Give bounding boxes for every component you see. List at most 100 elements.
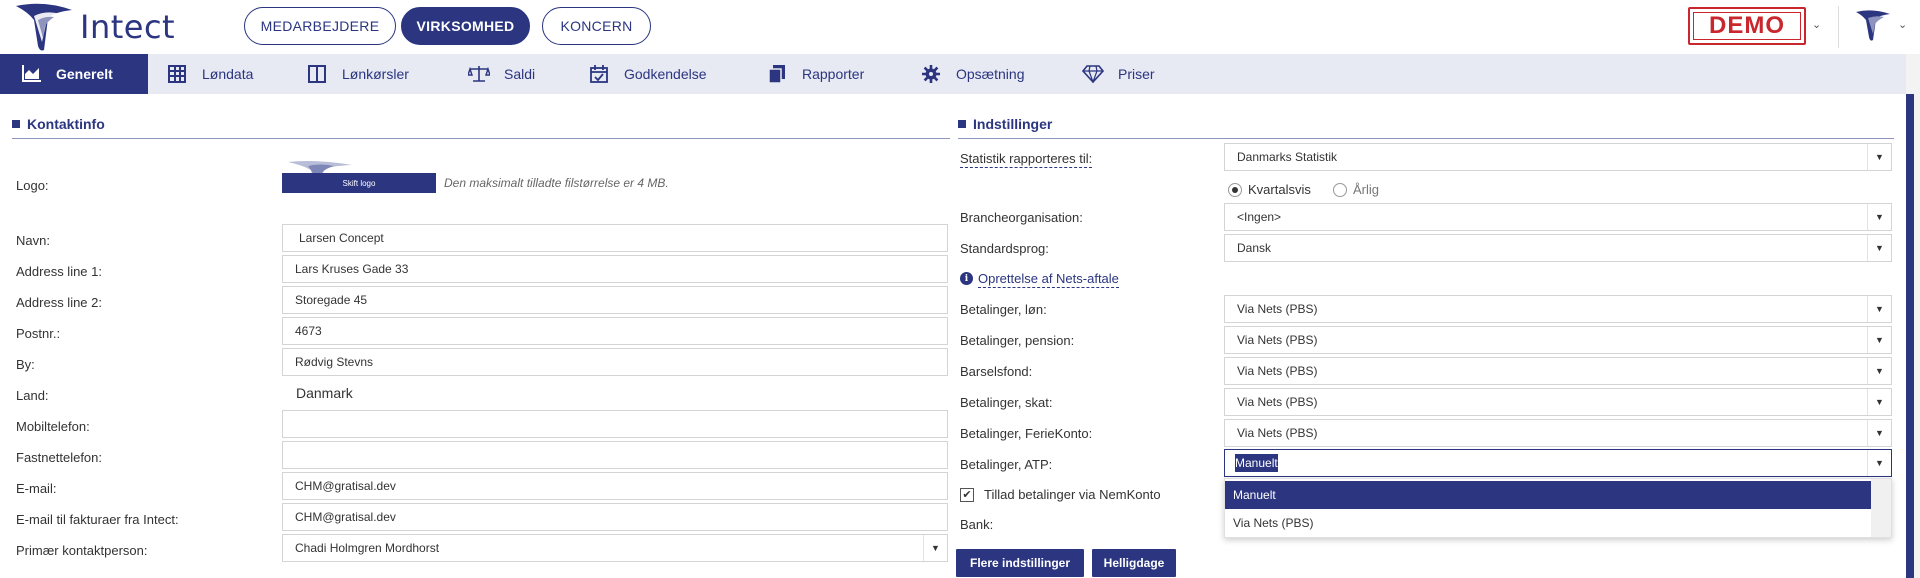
dropdown-scrollbar[interactable]	[1871, 479, 1891, 537]
address2-input[interactable]: Storegade 45	[282, 286, 948, 314]
statistik-label[interactable]: Statistik rapporteres til:	[960, 151, 1093, 168]
nav-item-lonkorsler[interactable]: Lønkørsler	[306, 54, 409, 94]
caret-down-icon[interactable]: ▼	[1867, 389, 1891, 415]
mobile-label: Mobiltelefon:	[16, 419, 90, 434]
name-input[interactable]: Larsen Concept	[282, 224, 948, 252]
tab-medarbejdere[interactable]: MEDARBEJDERE	[244, 7, 396, 45]
postnr-input[interactable]: 4673	[282, 317, 948, 345]
change-logo-button[interactable]: Skift logo	[282, 173, 436, 193]
branche-label: Brancheorganisation:	[960, 210, 1083, 225]
caret-down-icon[interactable]: ▼	[1867, 450, 1891, 476]
address2-label: Address line 2:	[16, 295, 102, 310]
caret-down-icon[interactable]: ▼	[1867, 420, 1891, 446]
info-icon: i	[960, 272, 973, 285]
radio-label: Kvartalsvis	[1248, 182, 1311, 197]
nav-label: Lønkørsler	[342, 66, 409, 82]
primary-contact-dropdown[interactable]: Chadi Holmgren Mordhorst ▼	[282, 534, 948, 562]
brand-name: Intect	[80, 8, 176, 46]
tab-koncern[interactable]: KONCERN	[542, 7, 651, 45]
bank-label: Bank:	[960, 517, 994, 532]
nav-item-saldi[interactable]: Saldi	[468, 54, 535, 94]
user-avatar-icon	[1856, 10, 1890, 41]
header-divider	[1838, 6, 1839, 48]
company-chevron-down-icon[interactable]: ⌄	[1812, 18, 1821, 31]
nav-item-rapporter[interactable]: Rapporter	[766, 54, 864, 94]
branche-dropdown[interactable]: <Ingen> ▼	[1224, 203, 1892, 231]
checkbox-label: Tillad betalinger via NemKonto	[984, 487, 1161, 502]
caret-down-icon[interactable]: ▼	[1867, 235, 1891, 261]
user-menu[interactable]	[1852, 6, 1892, 49]
nav-item-priser[interactable]: Priser	[1082, 54, 1155, 94]
dropdown-value: Danmarks Statistik	[1237, 150, 1338, 164]
payment-tax-dropdown[interactable]: Via Nets (PBS) ▼	[1224, 388, 1892, 416]
nemkonto-checkbox[interactable]: ✔ Tillad betalinger via NemKonto	[960, 487, 1161, 502]
invoice-email-label: E-mail til fakturaer fra Intect:	[16, 512, 179, 527]
holidays-button[interactable]: Helligdage	[1092, 549, 1176, 577]
nav-item-generelt[interactable]: Generelt	[0, 54, 148, 94]
intect-logo[interactable]: Intect	[14, 2, 176, 54]
nav-label: Godkendelse	[624, 66, 707, 82]
contact-section-title: Kontaktinfo	[12, 114, 105, 134]
nav-label: Saldi	[504, 66, 536, 82]
section-title: Kontaktinfo	[27, 116, 105, 132]
primary-contact-label: Primær kontaktperson:	[16, 543, 148, 558]
email-label: E-mail:	[16, 481, 57, 496]
tab-virksomhed[interactable]: VIRKSOMHED	[401, 7, 530, 45]
dropdown-value: Via Nets (PBS)	[1237, 333, 1318, 347]
statistik-dropdown[interactable]: Danmarks Statistik ▼	[1224, 143, 1892, 171]
columns-icon	[306, 63, 328, 85]
payment-atp-dropdown[interactable]: Manuelt ▼	[1224, 449, 1892, 477]
intect-logo-icon	[16, 3, 72, 51]
email-input[interactable]: CHM@gratisal.dev	[282, 472, 948, 500]
nav-label: Priser	[1118, 66, 1155, 82]
payment-salary-dropdown[interactable]: Via Nets (PBS) ▼	[1224, 295, 1892, 323]
radio-unchecked-icon	[1333, 182, 1347, 197]
section-square-icon	[12, 120, 20, 128]
landline-input[interactable]	[282, 441, 948, 469]
nav-item-opsaetning[interactable]: Opsætning	[920, 54, 1024, 94]
barselsfond-label: Barselsfond:	[960, 364, 1033, 379]
more-settings-button[interactable]: Flere indstillinger	[956, 549, 1084, 577]
chart-icon	[20, 63, 42, 85]
caret-down-icon[interactable]: ▼	[1867, 327, 1891, 353]
nav-item-londata[interactable]: Løndata	[166, 54, 253, 94]
logo-size-hint: Den maksimalt tilladte filstørrelse er 4…	[444, 176, 669, 190]
radio-label: Årlig	[1353, 182, 1380, 197]
payment-feriekonto-dropdown[interactable]: Via Nets (PBS) ▼	[1224, 419, 1892, 447]
payment-pension-dropdown[interactable]: Via Nets (PBS) ▼	[1224, 326, 1892, 354]
postnr-label: Postnr.:	[16, 326, 61, 341]
diamond-icon	[1082, 63, 1104, 85]
dropdown-value: Via Nets (PBS)	[1237, 364, 1318, 378]
nav-label: Opsætning	[956, 66, 1025, 82]
dropdown-option-manuelt[interactable]: Manuelt	[1225, 481, 1871, 509]
radio-checked-icon	[1228, 182, 1242, 197]
contact-section-divider	[12, 138, 950, 139]
demo-badge-label: DEMO	[1693, 12, 1801, 40]
caret-down-icon[interactable]: ▼	[1867, 296, 1891, 322]
caret-down-icon[interactable]: ▼	[1867, 144, 1891, 170]
language-label: Standardsprog:	[960, 241, 1049, 256]
language-dropdown[interactable]: Dansk ▼	[1224, 234, 1892, 262]
landline-label: Fastnettelefon:	[16, 450, 102, 465]
city-input[interactable]: Rødvig Stevns	[282, 348, 948, 376]
caret-down-icon[interactable]: ▼	[923, 535, 947, 561]
dropdown-value: Chadi Holmgren Mordhorst	[295, 541, 440, 555]
barselsfond-dropdown[interactable]: Via Nets (PBS) ▼	[1224, 357, 1892, 385]
address1-input[interactable]: Lars Kruses Gade 33	[282, 255, 948, 283]
radio-yearly[interactable]: Årlig	[1333, 182, 1379, 197]
caret-down-icon[interactable]: ▼	[1867, 358, 1891, 384]
caret-down-icon[interactable]: ▼	[1867, 204, 1891, 230]
name-label: Navn:	[16, 233, 50, 248]
payment-feriekonto-label: Betalinger, FerieKonto:	[960, 426, 1093, 441]
nav-item-godkendelse[interactable]: Godkendelse	[588, 54, 707, 94]
mobile-input[interactable]	[282, 410, 948, 438]
table-icon	[166, 63, 188, 85]
country-label: Land:	[16, 388, 49, 403]
dropdown-value: <Ingen>	[1237, 210, 1282, 224]
page-scrollbar-thumb[interactable]	[1906, 94, 1914, 578]
radio-quarterly[interactable]: Kvartalsvis	[1228, 182, 1311, 197]
user-chevron-down-icon[interactable]: ⌄	[1898, 18, 1907, 31]
invoice-email-input[interactable]: CHM@gratisal.dev	[282, 503, 948, 531]
nets-agreement-link[interactable]: Oprettelse af Nets-aftale	[978, 271, 1119, 288]
dropdown-option-via-nets[interactable]: Via Nets (PBS)	[1225, 509, 1871, 537]
